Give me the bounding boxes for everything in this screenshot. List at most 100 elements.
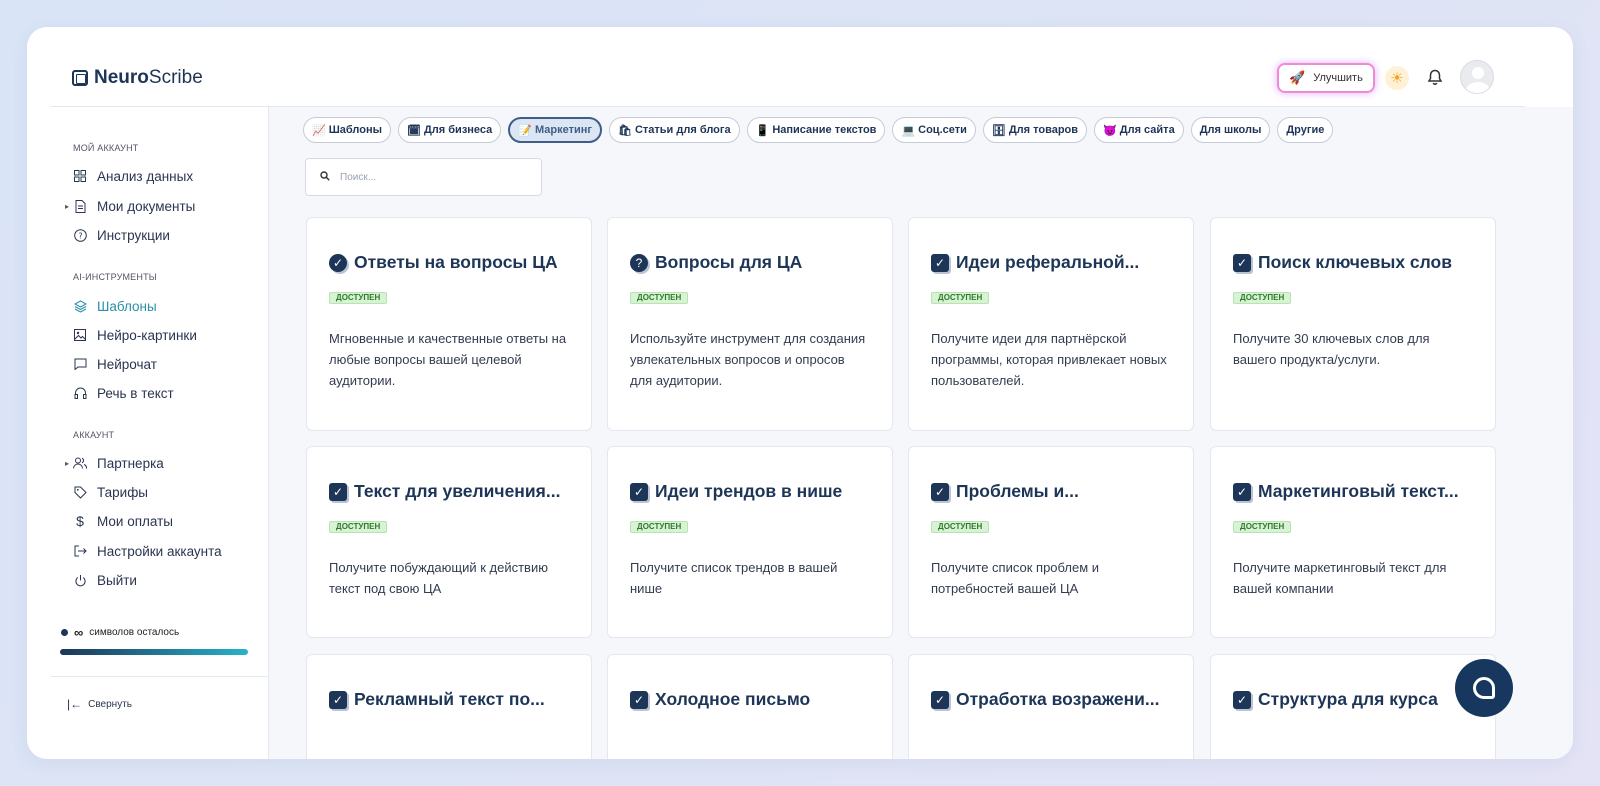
card-title: Идеи трендов в нише xyxy=(655,481,843,501)
theme-toggle-sun-icon[interactable]: ☀ xyxy=(1385,66,1409,90)
filter-chip[interactable]: 🗄 Для товаров xyxy=(982,117,1088,143)
sidebar-item-neuro-images[interactable]: Нейро-картинки xyxy=(73,324,197,346)
checkbox-icon: ✓ xyxy=(630,482,648,501)
section-title-ai-tools: AI-ИНСТРУМЕНТЫ xyxy=(73,272,157,282)
template-card[interactable]: ? Вопросы для ЦА ДОСТУПЕН Используйте инстр… xyxy=(607,217,893,431)
card-header: ✓ Идеи трендов в нише xyxy=(630,481,880,502)
template-card[interactable]: ✓ Текст для увеличения... ДОСТУПЕН Получите… xyxy=(306,446,592,638)
sidebar-divider xyxy=(51,676,268,677)
upgrade-label: Улучшить xyxy=(1313,72,1363,84)
chip-emoji-icon: 📈 xyxy=(312,124,326,137)
sidebar-item-data-analysis[interactable]: Анализ данных xyxy=(73,165,193,187)
chat-icon xyxy=(73,357,87,371)
rocket-icon: 🚀 xyxy=(1289,70,1306,85)
checkbox-icon: ✓ xyxy=(329,482,347,501)
card-title: Вопросы для ЦА xyxy=(655,252,803,272)
filter-chip[interactable]: 💻 Соц.сети xyxy=(892,117,976,143)
collapse-sidebar-button[interactable]: |← Свернуть xyxy=(67,697,132,711)
chip-emoji-icon: 🗄 xyxy=(991,124,1006,137)
logo-rest: Scribe xyxy=(148,67,203,88)
template-card[interactable]: ✓ Рекламный текст по... xyxy=(306,654,592,759)
status-badge: ДОСТУПЕН xyxy=(1233,292,1292,304)
card-title: Холодное письмо xyxy=(655,689,811,709)
status-badge: ДОСТУПЕН xyxy=(931,521,990,533)
chip-emoji-icon: 😈 xyxy=(1103,124,1117,137)
sidebar-item-neurochat[interactable]: Нейрочат xyxy=(73,353,157,375)
users-icon xyxy=(73,456,87,470)
template-card[interactable]: ✓ Идеи трендов в нише ДОСТУПЕН Получите спи… xyxy=(607,446,893,638)
sidebar-item-label: Выйти xyxy=(97,572,137,588)
collapse-label: Свернуть xyxy=(88,698,132,710)
caret-right-icon[interactable]: ▸ xyxy=(65,202,69,211)
sidebar-item-speech-to-text[interactable]: Речь в текст xyxy=(73,382,174,404)
grid-icon xyxy=(73,169,87,183)
sidebar-item-my-payments[interactable]: $ Мои оплаты xyxy=(73,510,173,532)
template-card[interactable]: ✓ Идеи реферальной... ДОСТУПЕН Получите иде… xyxy=(908,217,1194,431)
search-input[interactable]: Поиск... xyxy=(305,158,542,196)
card-title: Поиск ключевых слов xyxy=(1258,252,1453,272)
logo-bold: Neuro xyxy=(94,67,149,88)
card-header: ? Вопросы для ЦА xyxy=(630,252,880,273)
card-title: Проблемы и... xyxy=(956,481,1079,501)
question-circle-icon: ? xyxy=(630,253,648,272)
template-card[interactable]: ✓ Холодное письмо xyxy=(607,654,893,759)
sidebar-item-label: Партнерка xyxy=(97,455,164,471)
sidebar-item-label: Анализ данных xyxy=(97,168,194,184)
chip-label: Для школы xyxy=(1199,124,1262,136)
card-title: Ответы на вопросы ЦА xyxy=(354,252,558,272)
card-title: Маркетинговый текст... xyxy=(1258,481,1459,501)
sidebar-item-tariffs[interactable]: Тарифы xyxy=(73,481,148,503)
card-title: Текст для увеличения... xyxy=(354,481,561,501)
chip-emoji-icon: 🗓 xyxy=(407,124,421,137)
sidebar-item-partner[interactable]: ▸ Партнерка xyxy=(65,452,164,474)
avatar[interactable] xyxy=(1460,60,1494,94)
filter-chip[interactable]: 📱 Написание текстов xyxy=(746,117,886,143)
sidebar-item-label: Речь в текст xyxy=(97,385,174,401)
sidebar-item-label: Нейро-картинки xyxy=(97,327,197,343)
sidebar-item-my-documents[interactable]: ▸ Мои документы xyxy=(65,195,196,217)
filter-chips: 📈 Шаблоны 🗓 Для бизнеса 📝 Маркетинг 🛍 Статьи дл… xyxy=(303,117,1334,143)
chip-emoji-icon: 📝 xyxy=(518,124,532,137)
filter-chip[interactable]: 📈 Шаблоны xyxy=(303,117,391,143)
logo[interactable]: Neuro Scribe xyxy=(72,67,203,89)
card-title: Отработка возражени... xyxy=(956,689,1160,709)
card-header: ✓ Ответы на вопросы ЦА xyxy=(329,252,579,273)
chip-label: Маркетинг xyxy=(534,124,592,136)
checkbox-icon: ✓ xyxy=(329,690,347,709)
sidebar-item-label: Мои оплаты xyxy=(97,513,173,529)
sidebar-item-account-settings[interactable]: Настройки аккаунта xyxy=(73,540,222,562)
template-card[interactable]: ✓ Поиск ключевых слов ДОСТУПЕН Получите 30 … xyxy=(1210,217,1496,431)
card-title: Структура для курса xyxy=(1258,689,1438,709)
checkbox-icon: ✓ xyxy=(630,690,648,709)
template-card[interactable]: ✓ Маркетинговый текст... ДОСТУПЕН Получите … xyxy=(1210,446,1496,638)
sidebar-item-label: Мои документы xyxy=(97,198,196,214)
chip-label: Статьи для блога xyxy=(634,124,731,136)
card-description: Получите 30 ключевых слов для вашего про… xyxy=(1233,331,1430,367)
sidebar-item-label: Тарифы xyxy=(97,484,149,500)
upgrade-button[interactable]: 🚀 Улучшить xyxy=(1277,63,1375,93)
bell-icon[interactable] xyxy=(1423,65,1447,89)
filter-chip[interactable]: Для школы xyxy=(1190,117,1271,143)
caret-right-icon[interactable]: ▸ xyxy=(65,459,69,468)
filter-chip[interactable]: 🛍 Статьи для блога xyxy=(608,117,740,143)
filter-chip[interactable]: 😈 Для сайта xyxy=(1094,117,1184,143)
template-card[interactable]: ✓ Структура для курса xyxy=(1210,654,1496,759)
sidebar-item-instructions[interactable]: ? Инструкции xyxy=(73,224,170,246)
sidebar-item-templates[interactable]: Шаблоны xyxy=(73,295,157,317)
chat-widget-button[interactable] xyxy=(1455,659,1513,717)
checkbox-icon: ✓ xyxy=(931,482,949,501)
template-card[interactable]: ✓ Отработка возражени... xyxy=(908,654,1194,759)
checkbox-icon: ✓ xyxy=(1233,253,1251,272)
filter-chip[interactable]: 📝 Маркетинг xyxy=(508,117,602,143)
status-badge: ДОСТУПЕН xyxy=(329,292,388,304)
tag-icon xyxy=(73,485,87,499)
sidebar-item-label: Настройки аккаунта xyxy=(97,543,222,559)
template-card[interactable]: ✓ Ответы на вопросы ЦА ДОСТУПЕН Мгновенные … xyxy=(306,217,592,431)
sidebar-item-logout[interactable]: Выйти xyxy=(73,569,137,591)
help-circle-icon: ? xyxy=(73,228,87,242)
filter-chip[interactable]: Другие xyxy=(1277,117,1334,143)
status-badge: ДОСТУПЕН xyxy=(1233,521,1292,533)
status-badge: ДОСТУПЕН xyxy=(931,292,990,304)
template-card[interactable]: ✓ Проблемы и... ДОСТУПЕН Получите список пр… xyxy=(908,446,1194,638)
filter-chip[interactable]: 🗓 Для бизнеса xyxy=(398,117,502,143)
